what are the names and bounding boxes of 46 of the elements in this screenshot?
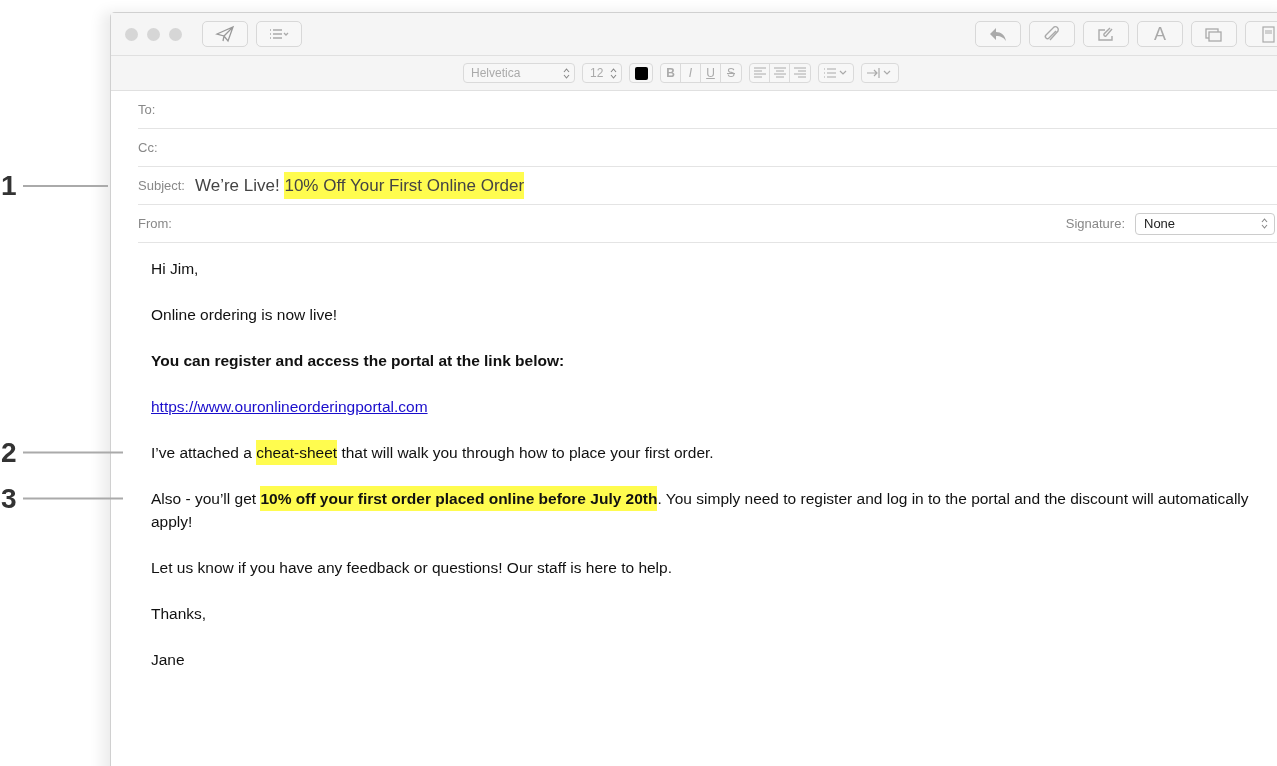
indent-button[interactable] (861, 63, 899, 83)
align-lines-icon (752, 67, 767, 79)
portal-link[interactable]: https://www.ouronlineorderingportal.com (151, 398, 428, 415)
font-select[interactable]: Helvetica (463, 63, 575, 83)
paperclip-icon (1042, 25, 1062, 43)
body-paragraph: Let us know if you have any feedback or questions! Our staff is here to help. (151, 558, 673, 578)
close-window-button[interactable] (125, 27, 138, 41)
align-lines-icon (793, 67, 807, 79)
toolbar-button[interactable] (975, 21, 1021, 47)
text-style-button[interactable]: B (661, 64, 681, 82)
toolbar-button[interactable] (1191, 21, 1237, 47)
list-style-button[interactable] (818, 63, 854, 83)
paper-plane-icon (215, 25, 235, 43)
up-down-chevron-icon (563, 67, 570, 79)
zoom-window-button[interactable] (169, 27, 182, 41)
body-paragraph: Thanks, (151, 604, 208, 624)
text-style-button[interactable]: I (681, 64, 701, 82)
body-paragraph: Also - you’ll get 10% off your first order placed online before July 20th. You simply need to register and log in to the portal and the discount will automatically apply! (151, 487, 1251, 533)
body-paragraph: Jane (151, 650, 186, 670)
toolbar-button[interactable] (256, 21, 302, 47)
minimize-window-button[interactable] (147, 27, 160, 41)
to-label: To: (138, 102, 156, 117)
text-style-button[interactable]: U (701, 64, 721, 82)
from-label: From: (138, 216, 172, 231)
body-paragraph: You can register and access the portal at the link below: (151, 351, 566, 371)
signature-select[interactable]: None (1135, 212, 1275, 235)
windows-icon (1204, 25, 1224, 43)
text-style-button[interactable]: S (721, 64, 741, 82)
toolbar-button[interactable] (1083, 21, 1129, 47)
cc-label: Cc: (138, 140, 158, 155)
paperclip-card-icon (1096, 25, 1116, 43)
toolbar-button[interactable] (202, 21, 248, 47)
subject-label: Subject: (138, 178, 185, 193)
font-size-select[interactable]: 12 (582, 63, 622, 83)
fonts-button[interactable]: A (1137, 21, 1183, 47)
text-color-button[interactable] (629, 63, 653, 83)
body-paragraph: Online ordering is now live! (151, 305, 339, 325)
list-icon (823, 67, 849, 79)
body-paragraph: I’ve attached a cheat-sheet that will walk you through how to place your first order. (151, 441, 1251, 464)
up-down-chevron-icon (610, 67, 617, 79)
up-down-chevron-icon (1261, 218, 1268, 229)
align-lines-icon (772, 67, 787, 79)
body-paragraph: Hi Jim, (151, 259, 200, 279)
signature-label: Signature: (1065, 216, 1125, 231)
subject-text: We’re Live! 10% Off Your First Online Order (195, 175, 525, 196)
toolbar-button[interactable] (1029, 21, 1075, 47)
